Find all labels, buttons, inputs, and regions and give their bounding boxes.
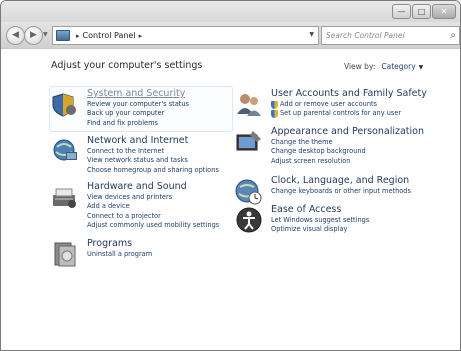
view-by-control: View by: Category ▼ xyxy=(344,62,423,71)
search-box[interactable]: Search Control Panel ⌕ xyxy=(321,26,460,45)
link-mobility[interactable]: Adjust commonly used mobility settings xyxy=(87,221,219,230)
link-back-up[interactable]: Back up your computer xyxy=(87,109,189,118)
ease-of-access-icon xyxy=(236,207,262,233)
view-by-caret-icon[interactable]: ▼ xyxy=(419,64,424,71)
category-text: User Accounts and Family Safety Add or r… xyxy=(271,88,427,119)
control-panel-icon xyxy=(56,30,70,41)
link-review-status[interactable]: Review your computer's status xyxy=(87,100,189,109)
network-internet-icon xyxy=(53,139,77,161)
link-uninstall-program[interactable]: Uninstall a program xyxy=(87,250,152,259)
main-content: Adjust your computer's settings View by:… xyxy=(1,48,460,350)
search-icon[interactable]: ⌕ xyxy=(450,30,456,41)
view-by-label: View by: xyxy=(344,62,376,71)
link-connect-internet[interactable]: Connect to the Internet xyxy=(87,147,219,156)
hardware-sound-icon xyxy=(53,188,76,208)
forward-button[interactable]: ▶ xyxy=(24,26,43,45)
link-add-remove-users[interactable]: Add or remove user accounts xyxy=(271,100,427,109)
category-text: Programs Uninstall a program xyxy=(87,238,152,259)
category-title[interactable]: User Accounts and Family Safety xyxy=(271,88,427,100)
system-security-icon xyxy=(52,93,76,117)
category-text: Hardware and Sound View devices and prin… xyxy=(87,181,219,231)
link-homegroup[interactable]: Choose homegroup and sharing options xyxy=(87,166,219,175)
category-text: Network and Internet Connect to the Inte… xyxy=(87,135,219,175)
navigation-bar: ◀ ▶ ▼ ▸ Control Panel ▸ ▼ Search Control… xyxy=(1,22,460,48)
user-accounts-icon xyxy=(237,94,261,116)
close-button[interactable]: ✕ xyxy=(432,4,456,19)
category-text: Appearance and Personalization Change th… xyxy=(271,126,424,166)
link-network-status[interactable]: View network status and tasks xyxy=(87,156,219,165)
category-text: Clock, Language, and Region Change keybo… xyxy=(271,175,411,196)
category-title[interactable]: Ease of Access xyxy=(271,204,369,216)
window-controls: — □ ✕ xyxy=(392,4,456,19)
category-title[interactable]: System and Security xyxy=(87,88,189,100)
link-optimize-visual[interactable]: Optimize visual display xyxy=(271,225,369,234)
address-bar[interactable]: ▸ Control Panel ▸ ▼ xyxy=(52,26,319,45)
breadcrumb-control-panel[interactable]: Control Panel xyxy=(83,31,136,40)
uac-shield-icon xyxy=(271,110,278,119)
breadcrumb-chevron-icon[interactable]: ▸ xyxy=(139,32,143,40)
recent-pages-dropdown-icon[interactable]: ▼ xyxy=(43,31,48,38)
breadcrumb-separator-icon[interactable]: ▸ xyxy=(76,32,80,40)
category-title[interactable]: Network and Internet xyxy=(87,135,219,147)
back-button[interactable]: ◀ xyxy=(6,26,25,45)
appearance-icon xyxy=(236,131,261,151)
link-windows-suggest[interactable]: Let Windows suggest settings xyxy=(271,216,369,225)
minimize-button[interactable]: — xyxy=(392,4,411,19)
link-add-device[interactable]: Add a device xyxy=(87,202,219,211)
title-bar: — □ ✕ xyxy=(1,1,460,22)
address-dropdown-icon[interactable]: ▼ xyxy=(309,31,314,38)
link-change-theme[interactable]: Change the theme xyxy=(271,138,424,147)
maximize-button[interactable]: □ xyxy=(412,4,431,19)
category-text: Ease of Access Let Windows suggest setti… xyxy=(271,204,369,235)
link-parental-controls[interactable]: Set up parental controls for any user xyxy=(271,109,427,119)
category-title[interactable]: Hardware and Sound xyxy=(87,181,219,193)
category-title[interactable]: Programs xyxy=(87,238,152,250)
category-title[interactable]: Appearance and Personalization xyxy=(271,126,424,138)
search-input[interactable]: Search Control Panel xyxy=(326,31,450,40)
programs-icon xyxy=(54,242,76,267)
view-by-dropdown[interactable]: Category xyxy=(381,62,415,71)
link-projector[interactable]: Connect to a projector xyxy=(87,212,219,221)
clock-language-icon xyxy=(235,179,262,205)
link-devices-printers[interactable]: View devices and printers xyxy=(87,193,219,202)
page-title: Adjust your computer's settings xyxy=(51,60,203,71)
link-find-fix[interactable]: Find and fix problems xyxy=(87,119,189,128)
link-keyboards-input[interactable]: Change keyboards or other input methods xyxy=(271,187,411,196)
link-screen-resolution[interactable]: Adjust screen resolution xyxy=(271,157,424,166)
link-desktop-background[interactable]: Change desktop background xyxy=(271,147,424,156)
control-panel-window: — □ ✕ ◀ ▶ ▼ ▸ Control Panel ▸ ▼ Search C… xyxy=(0,0,461,351)
category-title[interactable]: Clock, Language, and Region xyxy=(271,175,411,187)
category-text: System and Security Review your computer… xyxy=(87,88,189,128)
uac-shield-icon xyxy=(271,100,278,109)
